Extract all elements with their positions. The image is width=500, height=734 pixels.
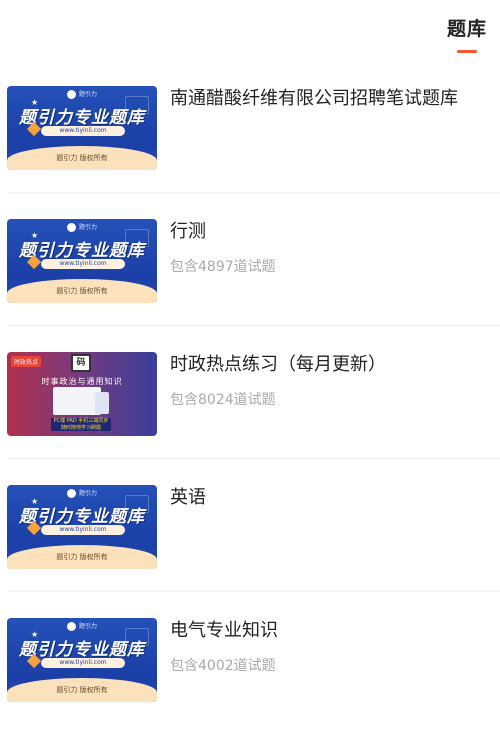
tab-active-indicator [456, 50, 477, 53]
thumb-logo-text: 题引力 [79, 91, 98, 98]
list-item[interactable]: 题引力 ★ 题引力专业题库 www.tiyinli.com 题引力 版权所有 南… [0, 60, 500, 193]
thumb-logo-text: 题引力 [79, 224, 98, 231]
item-title: 时政热点练习（每月更新） [170, 354, 386, 375]
thumb-url: www.tiyinli.com [41, 126, 125, 136]
phone-screen-icon [95, 392, 109, 414]
laptop-screen-icon [53, 387, 101, 415]
list-item[interactable]: 题引力 ★ 题引力专业题库 www.tiyinli.com 题引力 版权所有 英… [0, 459, 500, 592]
item-title: 行测 [170, 221, 206, 242]
header: 题库 [0, 0, 500, 60]
thumb-footer: 题引力 版权所有 [56, 287, 108, 295]
thumb-footer: 题引力 版权所有 [56, 154, 108, 162]
item-subtitle: 包含8024道试题 [170, 392, 276, 408]
list-item[interactable]: 时政热点 码 时事政治与通用知识 PC端 PAD 手机三端同步 随时随地学习刷题… [0, 326, 500, 459]
thumb-url: www.tiyinli.com [41, 259, 125, 269]
thumb-tag: 时政热点 [11, 356, 42, 367]
qr-code-icon: 码 [71, 354, 91, 372]
thumb-band-text: PC端 PAD 手机三端同步 随时随地学习刷题 [53, 418, 109, 431]
thumb-url: www.tiyinli.com [41, 525, 125, 535]
logo-icon [67, 223, 76, 232]
item-thumbnail: 题引力 ★ 题引力专业题库 www.tiyinli.com 题引力 版权所有 [7, 219, 157, 303]
thumb-footer: 题引力 版权所有 [56, 686, 108, 694]
item-title: 电气专业知识 [170, 620, 278, 641]
thumb-title: 题引力专业题库 [19, 241, 145, 261]
tab-label: 题库 [446, 18, 487, 40]
tab-question-bank[interactable]: 题库 [447, 14, 487, 53]
thumb-title: 时事政治与通用知识 [41, 377, 123, 386]
thumb-title: 题引力专业题库 [19, 640, 145, 660]
thumb-logo-text: 题引力 [79, 623, 98, 630]
question-bank-list: 题引力 ★ 题引力专业题库 www.tiyinli.com 题引力 版权所有 南… [0, 60, 500, 725]
item-title: 南通醋酸纤维有限公司招聘笔试题库 [170, 88, 458, 109]
item-subtitle: 包含4897道试题 [170, 259, 276, 275]
thumb-title: 题引力专业题库 [19, 108, 145, 128]
list-item[interactable]: 题引力 ★ 题引力专业题库 www.tiyinli.com 题引力 版权所有 行… [0, 193, 500, 326]
item-thumbnail: 题引力 ★ 题引力专业题库 www.tiyinli.com 题引力 版权所有 [7, 485, 157, 569]
logo-icon [67, 489, 76, 498]
item-thumbnail: 题引力 ★ 题引力专业题库 www.tiyinli.com 题引力 版权所有 [7, 86, 157, 170]
list-item[interactable]: 题引力 ★ 题引力专业题库 www.tiyinli.com 题引力 版权所有 电… [0, 592, 500, 725]
item-title: 英语 [170, 487, 206, 508]
thumb-title: 题引力专业题库 [19, 507, 145, 527]
logo-icon [67, 90, 76, 99]
item-subtitle: 包含4002道试题 [170, 658, 276, 674]
item-thumbnail: 时政热点 码 时事政治与通用知识 PC端 PAD 手机三端同步 随时随地学习刷题 [7, 352, 157, 436]
thumb-footer: 题引力 版权所有 [56, 553, 108, 561]
item-thumbnail: 题引力 ★ 题引力专业题库 www.tiyinli.com 题引力 版权所有 [7, 618, 157, 702]
thumb-logo-text: 题引力 [79, 490, 98, 497]
thumb-url: www.tiyinli.com [41, 658, 125, 668]
logo-icon [67, 622, 76, 631]
